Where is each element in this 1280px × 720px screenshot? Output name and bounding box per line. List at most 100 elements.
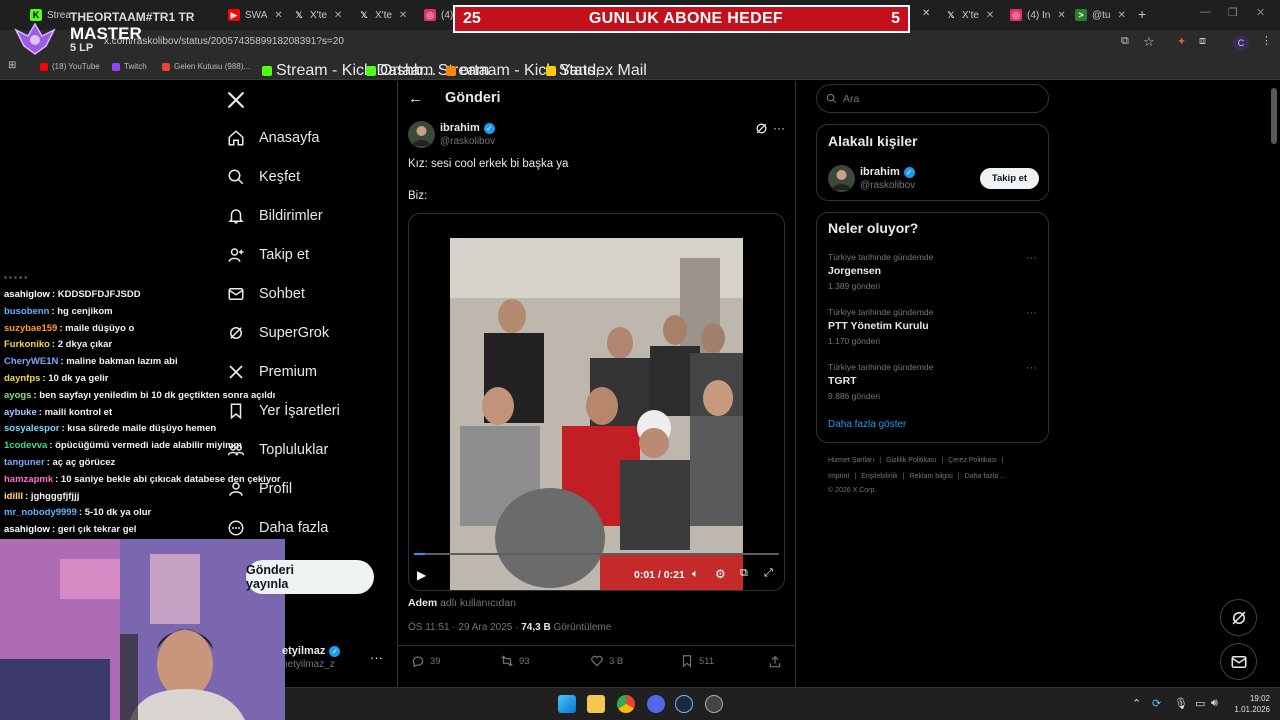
profile-avatar[interactable]: C	[1233, 35, 1249, 51]
x-logo-icon[interactable]	[226, 90, 246, 110]
new-tab-icon[interactable]: +	[1138, 6, 1146, 22]
chat-username[interactable]: busobenn	[4, 306, 49, 317]
grok-floating-button[interactable]	[1220, 599, 1257, 636]
related-name-row[interactable]: ibrahim ✓	[860, 166, 915, 178]
chat-username[interactable]: asahiglow	[4, 524, 50, 535]
settings-gear-icon[interactable]: ⚙	[715, 567, 726, 581]
file-explorer-icon[interactable]	[587, 695, 605, 713]
chat-username[interactable]: hamzapmk	[4, 474, 53, 485]
chat-username[interactable]: CheryWE1N	[4, 356, 58, 367]
related-handle[interactable]: @raskolibov	[860, 180, 915, 191]
nav-item-explore[interactable]: Keşfet	[227, 168, 300, 186]
browser-tab[interactable]: > @tu ✕	[1075, 5, 1126, 25]
search-input[interactable]: Ara	[843, 93, 859, 105]
footer-link[interactable]: Imprint	[828, 473, 849, 480]
close-icon[interactable]: ✕	[334, 10, 342, 21]
windows-start-icon[interactable]	[558, 695, 576, 713]
author-name-row[interactable]: ibrahim ✓	[440, 122, 495, 134]
footer-link[interactable]: Reklam bilgisi	[910, 473, 953, 480]
nav-item-home[interactable]: Anasayfa	[227, 129, 319, 147]
trend-item[interactable]: Türkiye tarihinde gündemde TGRT 9.886 gö…	[828, 362, 933, 401]
discord-icon[interactable]	[647, 695, 665, 713]
chat-username[interactable]: Furkoniko	[4, 339, 50, 350]
star-icon[interactable]: ☆	[1143, 34, 1155, 50]
clock[interactable]: 19:02 1.01.2026	[1230, 693, 1270, 715]
more-dots-icon[interactable]: ···	[1026, 252, 1037, 264]
window-close-icon[interactable]: ✕	[1256, 6, 1265, 19]
minimize-icon[interactable]: —	[1200, 6, 1211, 18]
post-button[interactable]: Gönderi yayınla	[246, 560, 374, 594]
messages-floating-button[interactable]	[1220, 643, 1257, 680]
nav-item-profile[interactable]: Profil	[227, 480, 292, 498]
footer-link[interactable]: Gizlilik Politikası	[886, 457, 936, 464]
more-dots-icon[interactable]: ···	[370, 650, 383, 665]
follow-button[interactable]: Takip et	[980, 168, 1039, 189]
repost-button[interactable]: 93	[500, 654, 530, 668]
pip-icon[interactable]: ⧉	[740, 567, 748, 580]
close-icon[interactable]: ✕	[922, 8, 930, 19]
chat-username[interactable]: ayogs	[4, 390, 31, 401]
trend-item[interactable]: Türkiye tarihinde gündemde Jorgensen 1.3…	[828, 252, 933, 291]
chevron-up-icon[interactable]: ⌃	[1132, 697, 1141, 710]
share-icon[interactable]	[768, 655, 782, 669]
nav-item-supergrok[interactable]: SuperGrok	[227, 324, 329, 342]
more-dots-icon[interactable]: ···	[1026, 307, 1037, 319]
microphone-icon[interactable]: 🎙︎	[1174, 697, 1188, 710]
play-icon[interactable]: ▶	[417, 568, 426, 582]
cast-icon[interactable]: ⧉	[1121, 35, 1129, 48]
chat-username[interactable]: 1codevva	[4, 440, 47, 451]
back-arrow-icon[interactable]: ←	[408, 90, 423, 107]
volume-icon[interactable]: 🔊︎	[1211, 697, 1218, 710]
steam-icon[interactable]	[675, 695, 693, 713]
more-dots-icon[interactable]: ···	[1026, 362, 1037, 374]
nav-item-follow[interactable]: Takip et	[227, 246, 309, 264]
chat-username[interactable]: suzybae159	[4, 323, 57, 334]
sync-icon[interactable]: ⟳	[1152, 697, 1161, 710]
close-icon[interactable]: ✕	[1118, 10, 1126, 21]
nav-item-bookmarks[interactable]: Yer İşaretleri	[227, 402, 340, 420]
chat-username[interactable]: daynfps	[4, 373, 40, 384]
browser-tab[interactable]: ▶ SWA ✕	[228, 5, 283, 25]
scrollbar[interactable]	[1271, 88, 1277, 144]
search-box[interactable]: Ara	[816, 84, 1049, 113]
show-more-link[interactable]: Daha fazla göster	[828, 419, 906, 430]
author-avatar[interactable]	[408, 121, 435, 148]
obs-icon[interactable]	[705, 695, 723, 713]
fullscreen-icon[interactable]: ⤢	[764, 567, 773, 580]
footer-link[interactable]: Çerez Politikası	[948, 457, 997, 464]
extension-icon[interactable]: ✦	[1177, 35, 1186, 48]
grok-icon[interactable]	[755, 122, 768, 135]
trend-item[interactable]: Türkiye tarihinde gündemde PTT Yönetim K…	[828, 307, 933, 346]
close-icon[interactable]: ✕	[1057, 10, 1065, 21]
footer-link[interactable]: Erişilebilirlik	[861, 473, 898, 480]
nav-item-communities[interactable]: Topluluklar	[227, 441, 328, 459]
browser-tab[interactable]: 𝕏 X'te ✕	[945, 5, 994, 25]
browser-tab[interactable]: ◎ (4)	[424, 5, 453, 25]
account-switcher[interactable]: etyilmaz ✓ netyilmaz_z	[282, 645, 341, 670]
nav-item-more[interactable]: Daha fazla	[227, 519, 328, 537]
chat-username[interactable]: sosyalespor	[4, 423, 59, 434]
puzzle-icon[interactable]: ⧈	[1199, 35, 1206, 48]
chrome-icon[interactable]	[617, 695, 635, 713]
more-dots-icon[interactable]: ···	[773, 121, 785, 135]
author-handle[interactable]: @raskolibov	[440, 136, 495, 147]
browser-tab[interactable]: 𝕏 X'te ✕	[358, 5, 407, 25]
nav-item-premium[interactable]: Premium	[227, 363, 317, 381]
attribution[interactable]: Adem adlı kullanıcıdan	[408, 597, 516, 609]
browser-tab[interactable]: 𝕏 X'te ✕	[293, 5, 342, 25]
menu-kebab-icon[interactable]: ⋮	[1261, 34, 1272, 47]
bookmark-item[interactable]: Yandex Mail	[546, 62, 647, 80]
volume-icon[interactable]: 🔈︎	[692, 568, 699, 581]
network-icon[interactable]: ▭	[1195, 697, 1205, 710]
bookmark-item[interactable]: Gelen Kutusu (988)...	[162, 62, 250, 71]
chat-username[interactable]: mr_nobody9999	[4, 507, 77, 518]
bookmark-item[interactable]: (18) YouTube	[40, 62, 100, 71]
close-icon[interactable]: ✕	[986, 10, 994, 21]
chat-username[interactable]: tanguner	[4, 457, 45, 468]
apps-grid-icon[interactable]: ⊞	[8, 60, 16, 71]
chat-username[interactable]: idilll	[4, 491, 23, 502]
bookmark-item[interactable]: Twitch	[112, 62, 147, 71]
related-avatar[interactable]	[828, 165, 855, 192]
footer-link[interactable]: Hizmet Şartları	[828, 457, 874, 464]
like-button[interactable]: 3 B	[590, 654, 623, 668]
